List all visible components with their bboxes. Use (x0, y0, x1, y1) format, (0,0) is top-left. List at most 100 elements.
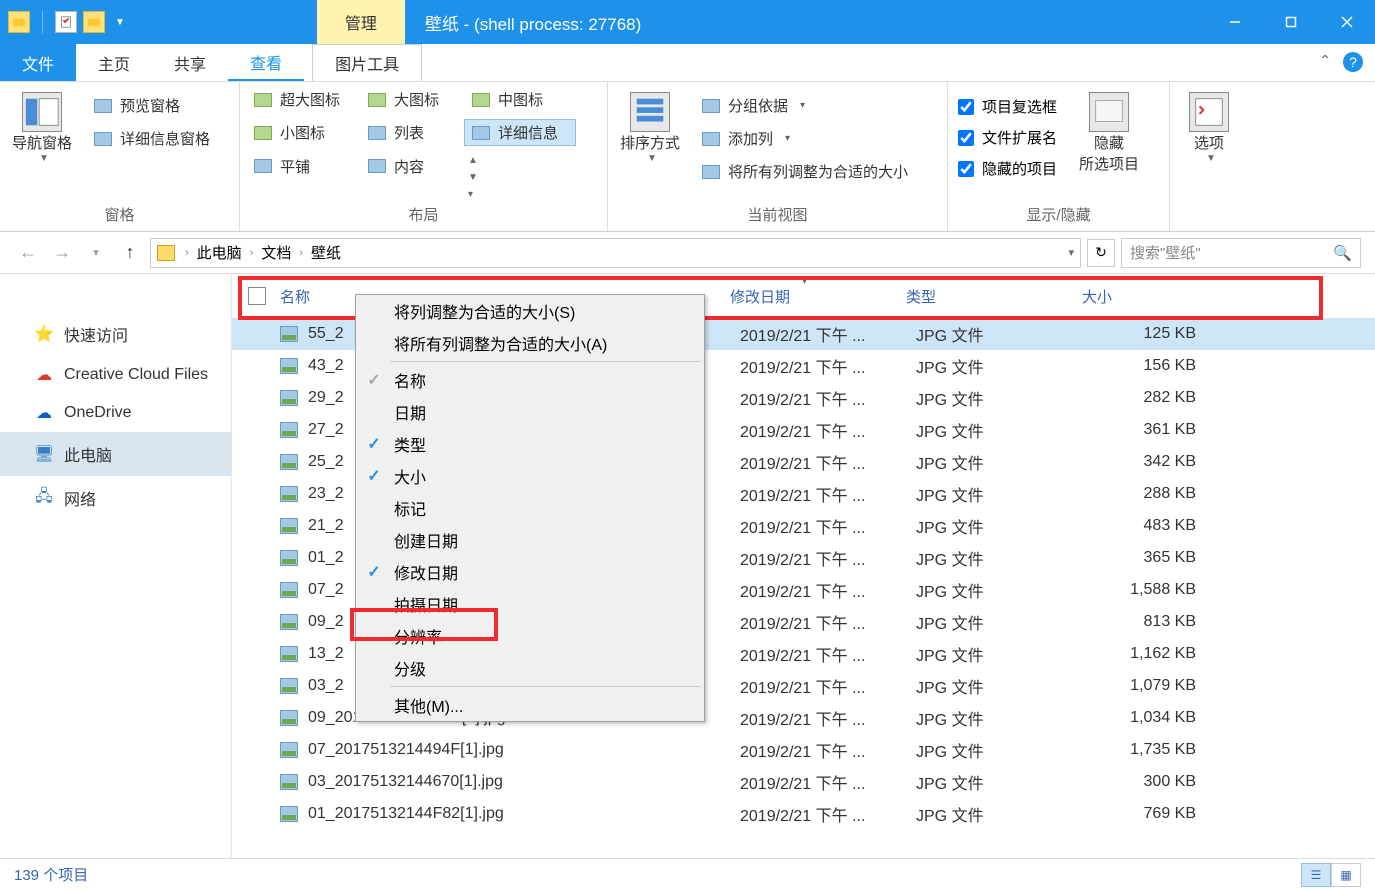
breadcrumb-dropdown-icon[interactable]: ▾ (1068, 246, 1074, 259)
collapse-ribbon-icon[interactable]: ⌃ (1319, 52, 1331, 69)
sort-by-button[interactable]: 排序方式 ▼ (614, 86, 686, 164)
layout-scroll-up-icon[interactable]: ▲ (468, 155, 482, 166)
cm-tags[interactable]: 标记 (356, 492, 704, 524)
details-pane-button[interactable]: 详细信息窗格 (86, 125, 218, 152)
cm-name[interactable]: ✓名称 (356, 364, 704, 396)
chevron-right-icon[interactable]: › (299, 247, 303, 259)
layout-details[interactable]: 详细信息 (464, 119, 576, 146)
window-controls (1207, 0, 1375, 44)
file-row[interactable]: 01_20175132144F82[1].jpg2019/2/21 下午 ...… (232, 798, 1375, 830)
layout-small[interactable]: 小图标 (246, 119, 356, 146)
size-all-icon (702, 165, 720, 179)
cm-date[interactable]: 日期 (356, 396, 704, 428)
file-type: JPG 文件 (916, 450, 1092, 474)
sidebar-item-this-pc[interactable]: 🖥此电脑 (0, 432, 231, 476)
file-size: 282 KB (1092, 389, 1204, 407)
sidebar-item-network[interactable]: 🖧网络 (0, 476, 231, 520)
add-columns-button[interactable]: 添加列▾ (694, 125, 916, 152)
layout-extra-large[interactable]: 超大图标 (246, 86, 356, 113)
file-date: 2019/2/21 下午 ... (740, 514, 916, 538)
folder-icon[interactable] (8, 11, 30, 33)
minimize-button[interactable] (1207, 0, 1263, 44)
column-size[interactable]: 大小 (1082, 286, 1194, 307)
file-type: JPG 文件 (916, 354, 1092, 378)
view-details-button[interactable]: ☰ (1301, 863, 1331, 887)
select-all-checkbox[interactable] (248, 287, 266, 305)
layout-more-icon[interactable]: ▾ (468, 189, 482, 200)
close-button[interactable] (1319, 0, 1375, 44)
tab-view[interactable]: 查看 (228, 44, 304, 81)
up-button[interactable]: ↑ (116, 239, 144, 267)
cm-more[interactable]: 其他(M)... (356, 689, 704, 721)
tab-file[interactable]: 文件 (0, 44, 76, 81)
cm-modified[interactable]: ✓修改日期 (356, 556, 704, 588)
layout-tiles[interactable]: 平铺 (246, 153, 356, 180)
hidden-items-toggle[interactable]: 隐藏的项目 (954, 154, 1061, 183)
new-folder-icon[interactable] (83, 11, 105, 33)
column-date[interactable]: 修改日期▾ (730, 286, 906, 307)
qat-divider (42, 11, 43, 33)
chevron-right-icon[interactable]: › (250, 247, 254, 259)
cm-size[interactable]: ✓大小 (356, 460, 704, 492)
sidebar-item-quick-access[interactable]: ⭐快速访问 (0, 312, 231, 356)
cm-size-all-columns[interactable]: 将所有列调整为合适的大小(A) (356, 327, 704, 359)
file-ext-toggle[interactable]: 文件扩展名 (954, 123, 1061, 152)
sidebar-item-onedrive[interactable]: ☁OneDrive (0, 394, 231, 432)
file-date: 2019/2/21 下午 ... (740, 578, 916, 602)
help-icon[interactable]: ? (1343, 52, 1363, 72)
file-size: 1,735 KB (1092, 741, 1204, 759)
item-checkboxes-toggle[interactable]: 项目复选框 (954, 92, 1061, 121)
cm-size-column[interactable]: 将列调整为合适的大小(S) (356, 295, 704, 327)
file-row[interactable]: 03_20175132144670[1].jpg2019/2/21 下午 ...… (232, 766, 1375, 798)
layout-large[interactable]: 大图标 (360, 86, 460, 113)
tab-share[interactable]: 共享 (152, 44, 228, 81)
file-name: 01_20175132144F82[1].jpg (308, 805, 740, 823)
cm-resolution[interactable]: 分辨率 (356, 620, 704, 652)
layout-scroll-down-icon[interactable]: ▼ (468, 172, 482, 183)
file-size: 1,588 KB (1092, 581, 1204, 599)
crumb-this-pc[interactable]: 此电脑 (193, 242, 246, 263)
view-thumbnails-button[interactable]: ▦ (1331, 863, 1361, 887)
file-size: 365 KB (1092, 549, 1204, 567)
hide-selected-button[interactable]: 隐藏 所选项目 (1069, 86, 1149, 174)
file-size: 156 KB (1092, 357, 1204, 375)
tab-picture-tools[interactable]: 图片工具 (312, 44, 422, 81)
forward-button[interactable]: → (48, 239, 76, 267)
qat-customize-arrow[interactable]: ▼ (111, 17, 129, 28)
file-row[interactable]: 07_2017513214494F[1].jpg2019/2/21 下午 ...… (232, 734, 1375, 766)
search-input[interactable]: 搜索"壁纸" 🔍 (1121, 238, 1361, 268)
group-by-button[interactable]: 分组依据▾ (694, 92, 916, 119)
chevron-right-icon[interactable]: › (185, 247, 189, 259)
layout-list[interactable]: 列表 (360, 119, 460, 146)
sort-arrow-icon: ▾ (802, 276, 807, 287)
recent-locations-button[interactable]: ▾ (82, 239, 110, 267)
crumb-wallpaper[interactable]: 壁纸 (307, 242, 345, 263)
group-by-icon (702, 99, 720, 113)
cm-type[interactable]: ✓类型 (356, 428, 704, 460)
crumb-documents[interactable]: 文档 (257, 242, 295, 263)
size-all-columns-button[interactable]: 将所有列调整为合适的大小 (694, 158, 916, 185)
file-type: JPG 文件 (916, 322, 1092, 346)
file-date: 2019/2/21 下午 ... (740, 738, 916, 762)
cm-created[interactable]: 创建日期 (356, 524, 704, 556)
tab-home[interactable]: 主页 (76, 44, 152, 81)
layout-content[interactable]: 内容 (360, 153, 460, 180)
layout-medium[interactable]: 中图标 (464, 86, 564, 113)
nav-pane-button[interactable]: 导航窗格 ▼ (6, 86, 78, 164)
computer-icon: 🖥 (34, 445, 54, 463)
properties-icon[interactable] (55, 11, 77, 33)
cm-rating[interactable]: 分级 (356, 652, 704, 684)
sidebar-item-creative-cloud[interactable]: ☁Creative Cloud Files (0, 356, 231, 394)
options-button[interactable]: 选项 ▼ (1176, 86, 1242, 164)
back-button[interactable]: ← (14, 239, 42, 267)
ribbon-tabs: 文件 主页 共享 查看 图片工具 ⌃ ? (0, 44, 1375, 82)
context-tab-manage[interactable]: 管理 (317, 0, 405, 44)
column-type[interactable]: 类型 (906, 286, 1082, 307)
cm-taken[interactable]: 拍摄日期 (356, 588, 704, 620)
breadcrumb[interactable]: › 此电脑 › 文档 › 壁纸 ▾ (150, 238, 1081, 268)
check-icon: ✓ (364, 466, 384, 486)
refresh-button[interactable]: ↻ (1087, 239, 1115, 267)
maximize-button[interactable] (1263, 0, 1319, 44)
preview-pane-button[interactable]: 预览窗格 (86, 92, 218, 119)
titlebar: ▼ 管理 壁纸 - (shell process: 27768) (0, 0, 1375, 44)
